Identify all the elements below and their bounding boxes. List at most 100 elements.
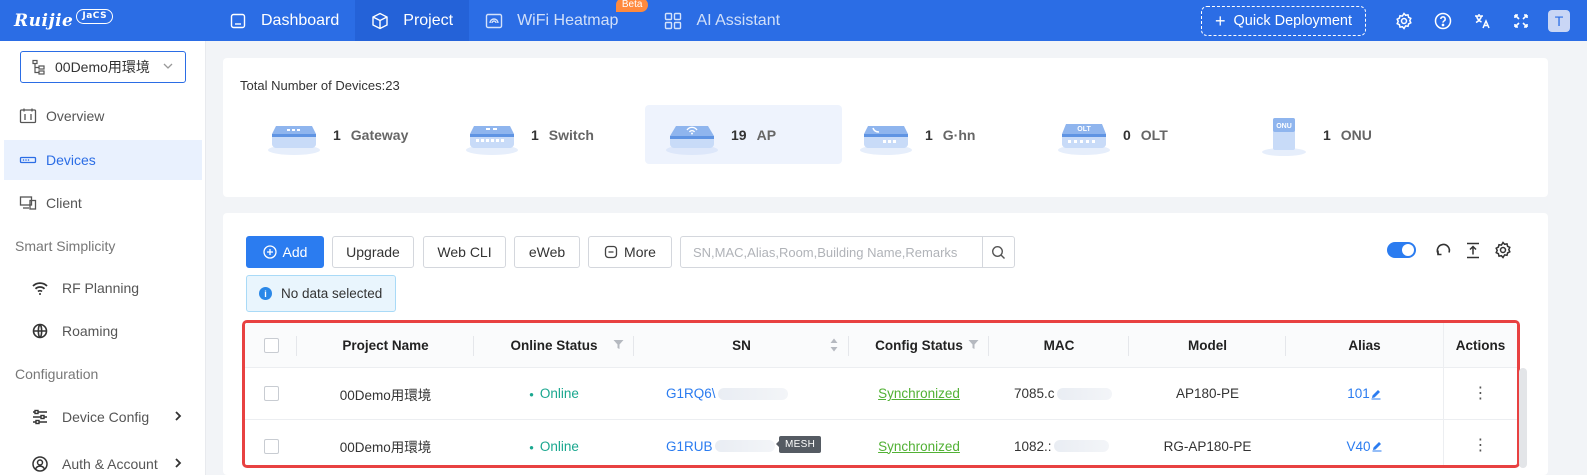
sidebar-item-label: RF Planning — [62, 280, 140, 296]
globe-icon — [30, 321, 50, 341]
sidebar-item-auth-account[interactable]: Auth & Account — [4, 444, 202, 475]
redacted-blur — [1056, 387, 1112, 400]
cell-online-status: Online — [474, 368, 634, 419]
gateway-icon — [268, 125, 320, 155]
fullscreen-icon — [1513, 13, 1528, 28]
sidebar-item-rf-planning[interactable]: RF Planning — [4, 268, 202, 308]
web-cli-button-label: Web CLI — [437, 244, 492, 260]
sidebar-item-client[interactable]: Client — [4, 183, 202, 223]
settings-button[interactable] — [1384, 0, 1423, 41]
device-type-onu[interactable]: ONU 1 ONU — [1237, 105, 1434, 164]
fullscreen-button[interactable] — [1501, 0, 1540, 41]
cell-actions: ⋮ — [1443, 368, 1517, 419]
view-toggle[interactable] — [1387, 242, 1416, 258]
row-select-cell — [245, 420, 297, 465]
nav-wifi-heatmap-label: WiFi Heatmap — [517, 11, 619, 29]
filter-icon[interactable] — [613, 339, 624, 350]
config-status-link[interactable]: Synchronized — [878, 439, 960, 454]
web-cli-button[interactable]: Web CLI — [423, 236, 506, 268]
search-input[interactable]: SN,MAC,Alias,Room,Building Name,Remarks — [681, 245, 982, 260]
mac-text: 7085.c — [1014, 386, 1055, 401]
nav-dashboard[interactable]: Dashboard — [213, 0, 355, 41]
sidebar-item-devices[interactable]: Devices — [4, 140, 202, 180]
devices-table: Project Name Online Status SN Config Sta… — [242, 320, 1520, 468]
upgrade-button[interactable]: Upgrade — [332, 236, 414, 268]
more-button-label: More — [624, 244, 656, 260]
sidebar-item-roaming[interactable]: Roaming — [4, 311, 202, 351]
device-search[interactable]: SN,MAC,Alias,Room,Building Name,Remarks — [680, 236, 1015, 268]
col-config-status[interactable]: Config Status — [849, 323, 989, 367]
filter-icon[interactable] — [968, 339, 979, 350]
client-icon — [18, 193, 38, 213]
pencil-icon — [1371, 389, 1381, 399]
cell-model: AP180-PE — [1175, 386, 1240, 401]
brand-name: Ruijie — [14, 10, 74, 31]
table-row[interactable]: 00Demo用環境 Online G1RUB MESH Synchronized… — [245, 420, 1517, 465]
select-all-checkbox[interactable] — [263, 337, 279, 353]
config-status-link[interactable]: Synchronized — [878, 386, 960, 401]
sn-link[interactable]: G1RQ6\ — [666, 386, 716, 401]
alias-edit-link[interactable]: V40 — [1346, 439, 1382, 454]
sort-icon[interactable] — [829, 337, 839, 353]
onu-icon-text: ONU — [1276, 123, 1292, 130]
column-settings-button[interactable] — [1488, 241, 1518, 259]
row-checkbox[interactable] — [263, 386, 279, 401]
grid-icon — [664, 12, 682, 30]
top-bar: Ruijie JaCS Dashboard Project WiFi Heatm… — [0, 0, 1587, 41]
device-summary-card: Total Number of Devices:23 1 Gateway 1 S… — [223, 58, 1548, 197]
brand-badge: JaCS — [76, 9, 114, 24]
avatar[interactable]: T — [1548, 9, 1570, 32]
refresh-button[interactable] — [1428, 242, 1458, 259]
row-checkbox[interactable] — [263, 438, 279, 454]
nav-project[interactable]: Project — [355, 0, 470, 41]
export-button[interactable] — [1458, 242, 1488, 259]
language-button[interactable] — [1462, 0, 1501, 41]
nav-wifi-heatmap[interactable]: WiFi Heatmap Beta — [469, 0, 649, 41]
sidebar-item-label: Devices — [46, 152, 96, 168]
nav-project-label: Project — [403, 11, 454, 29]
onu-icon: ONU — [1262, 117, 1306, 156]
col-sn[interactable]: SN — [634, 323, 849, 367]
upgrade-button-label: Upgrade — [346, 244, 400, 260]
online-status-text: Online — [529, 386, 579, 401]
olt-count: 0 — [1123, 126, 1131, 143]
selection-info-text: No data selected — [281, 286, 383, 301]
alias-text: V40 — [1346, 438, 1371, 454]
total-devices-title: Total Number of Devices:23 — [240, 78, 400, 93]
brand-logo[interactable]: Ruijie JaCS — [0, 0, 213, 41]
col-online-status[interactable]: Online Status — [474, 323, 634, 367]
eweb-button[interactable]: eWeb — [514, 236, 580, 268]
sidebar: 00Demo用環境 Overview Devices Client Smart … — [0, 41, 206, 475]
search-button[interactable] — [982, 237, 1014, 267]
more-actions-icon[interactable]: ⋮ — [1473, 438, 1489, 454]
sidebar-item-overview[interactable]: Overview — [4, 96, 202, 136]
chevron-right-icon — [175, 411, 182, 421]
col-alias: Alias — [1348, 337, 1381, 353]
cell-sn: G1RQ6\ — [634, 368, 849, 419]
help-button[interactable] — [1423, 0, 1462, 41]
table-row[interactable]: 00Demo用環境 Online G1RQ6\ Synchronized 708… — [245, 368, 1517, 420]
device-type-gateway[interactable]: 1 Gateway — [247, 105, 444, 164]
device-type-ghn[interactable]: 1 G·hn — [839, 105, 1036, 164]
table-scrollbar[interactable] — [1519, 368, 1527, 468]
nav-ai-assistant[interactable]: AI Assistant — [648, 0, 796, 41]
cell-alias: 101 — [1286, 368, 1443, 419]
add-button[interactable]: Add — [246, 236, 324, 268]
more-button[interactable]: More — [588, 236, 672, 268]
devices-icon — [18, 150, 38, 170]
chevron-right-icon — [175, 458, 182, 468]
device-type-olt[interactable]: OLT 0 OLT — [1037, 105, 1234, 164]
device-type-switch[interactable]: 1 Switch — [445, 105, 642, 164]
sidebar-item-device-config[interactable]: Device Config — [4, 397, 202, 437]
tree-icon — [32, 59, 45, 75]
sidebar-item-label: Auth & Account — [62, 456, 158, 472]
sn-link[interactable]: G1RUB — [666, 439, 713, 454]
translate-icon — [1474, 13, 1490, 28]
project-select[interactable]: 00Demo用環境 — [20, 51, 186, 83]
quick-deployment-button[interactable]: + Quick Deployment — [1201, 5, 1366, 36]
more-actions-icon[interactable]: ⋮ — [1473, 385, 1489, 402]
alias-edit-link[interactable]: 101 — [1347, 386, 1382, 401]
device-type-ap[interactable]: 19 AP — [645, 105, 842, 164]
col-online-status-label: Online Status — [510, 337, 598, 353]
table-header: Project Name Online Status SN Config Sta… — [245, 323, 1517, 368]
